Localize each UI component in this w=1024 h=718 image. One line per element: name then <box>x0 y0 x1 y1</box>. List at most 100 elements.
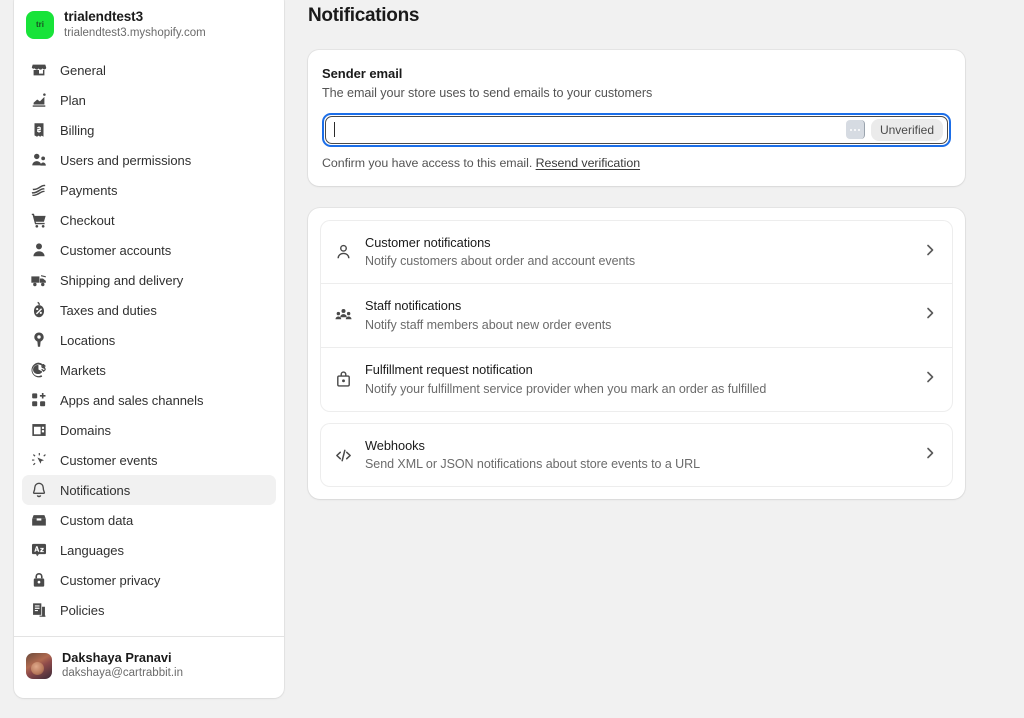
sidebar-item-checkout[interactable]: Checkout <box>22 205 276 235</box>
list-item-title: Fulfillment request notification <box>365 361 910 380</box>
chart-bar-icon <box>30 91 48 109</box>
sidebar-item-label: Taxes and duties <box>60 303 157 318</box>
chevron-right-icon[interactable] <box>922 305 938 326</box>
sidebar-item-label: Payments <box>60 183 117 198</box>
sender-email-card: Sender email The email your store uses t… <box>308 50 965 186</box>
lock-icon <box>30 571 48 589</box>
globe-markets-icon <box>30 361 48 379</box>
user-email: dakshaya@cartrabbit.in <box>62 666 183 682</box>
store-name: trialendtest3 <box>64 8 206 26</box>
sidebar-item-notifications[interactable]: Notifications <box>22 475 276 505</box>
sidebar-item-label: Checkout <box>60 213 115 228</box>
sidebar-item-label: Customer accounts <box>60 243 171 258</box>
sidebar-item-billing[interactable]: Billing <box>22 115 276 145</box>
settings-sidebar: tri trialendtest3 trialendtest3.myshopif… <box>14 0 284 698</box>
store-header[interactable]: tri trialendtest3 trialendtest3.myshopif… <box>14 0 284 53</box>
receipt-dollar-icon <box>30 121 48 139</box>
avatar <box>26 653 52 679</box>
settings-nav: General Plan Billing Users and permissions P… <box>14 53 284 634</box>
notification-settings-card: Customer notificationsNotify customers a… <box>321 221 952 411</box>
store-avatar: tri <box>26 11 54 39</box>
translate-icon <box>30 541 48 559</box>
chevron-right-icon[interactable] <box>922 242 938 263</box>
sender-email-focus-ring: Unverified <box>322 113 951 147</box>
app-root: tri trialendtest3 trialendtest3.myshopif… <box>0 0 1024 718</box>
user-name: Dakshaya Pranavi <box>62 650 183 667</box>
users-icon <box>30 151 48 169</box>
database-icon <box>30 511 48 529</box>
sidebar-item-locations[interactable]: Locations <box>22 325 276 355</box>
sender-email-title: Sender email <box>322 66 951 81</box>
list-item[interactable]: Staff notificationsNotify staff members … <box>321 283 952 347</box>
sidebar-item-apps-and-sales-channels[interactable]: Apps and sales channels <box>22 385 276 415</box>
sidebar-item-label: Shipping and delivery <box>60 273 183 288</box>
store-icon <box>30 61 48 79</box>
person-outline-icon <box>333 242 353 262</box>
policies-icon <box>30 601 48 619</box>
list-item[interactable]: Customer notificationsNotify customers a… <box>321 221 952 284</box>
delivery-truck-icon <box>30 271 48 289</box>
list-item-title: Customer notifications <box>365 234 910 253</box>
list-item-description: Notify your fulfillment service provider… <box>365 380 910 398</box>
sidebar-item-markets[interactable]: Markets <box>22 355 276 385</box>
sidebar-item-custom-data[interactable]: Custom data <box>22 505 276 535</box>
sidebar-item-customer-privacy[interactable]: Customer privacy <box>22 565 276 595</box>
location-pin-icon <box>30 331 48 349</box>
chevron-right-icon[interactable] <box>922 445 938 466</box>
sidebar-item-payments[interactable]: Payments <box>22 175 276 205</box>
ellipsis-icon[interactable] <box>846 120 865 139</box>
list-item-title: Staff notifications <box>365 297 910 316</box>
cursor-click-icon <box>30 451 48 469</box>
main-content: Notifications Sender email The email you… <box>284 0 1024 718</box>
list-item[interactable]: WebhooksSend XML or JSON notifications a… <box>321 424 952 487</box>
sidebar-item-label: Customer privacy <box>60 573 160 588</box>
list-item-description: Notify staff members about new order eve… <box>365 316 910 334</box>
people-group-icon <box>333 306 353 326</box>
sidebar-item-label: Locations <box>60 333 115 348</box>
sidebar-item-label: Policies <box>60 603 104 618</box>
sidebar-item-customer-accounts[interactable]: Customer accounts <box>22 235 276 265</box>
domains-icon <box>30 421 48 439</box>
webhooks-card: WebhooksSend XML or JSON notifications a… <box>321 424 952 487</box>
list-item[interactable]: Fulfillment request notificationNotify y… <box>321 347 952 411</box>
sidebar-item-label: Plan <box>60 93 86 108</box>
sidebar-item-label: Languages <box>60 543 124 558</box>
page-title: Notifications <box>308 5 1024 28</box>
sidebar-item-label: Customer events <box>60 453 158 468</box>
sidebar-item-label: Users and permissions <box>60 153 191 168</box>
sidebar-item-customer-events[interactable]: Customer events <box>22 445 276 475</box>
sidebar-item-label: Billing <box>60 123 94 138</box>
resend-verification-link[interactable]: Resend verification <box>536 156 640 170</box>
sender-email-subtitle: The email your store uses to send emails… <box>322 86 951 100</box>
store-domain: trialendtest3.myshopify.com <box>64 26 206 42</box>
sidebar-item-plan[interactable]: Plan <box>22 85 276 115</box>
sidebar-item-label: Notifications <box>60 483 130 498</box>
sidebar-item-languages[interactable]: Languages <box>22 535 276 565</box>
sidebar-item-general[interactable]: General <box>22 55 276 85</box>
sidebar-item-taxes-and-duties[interactable]: Taxes and duties <box>22 295 276 325</box>
sidebar-item-label: Apps and sales channels <box>60 393 203 408</box>
text-caret <box>334 122 335 137</box>
apps-grid-icon <box>30 391 48 409</box>
list-item-description: Send XML or JSON notifications about sto… <box>365 455 910 473</box>
notifications-list-container: Customer notificationsNotify customers a… <box>308 208 965 500</box>
status-badge: Unverified <box>871 119 943 141</box>
list-item-description: Notify customers about order and account… <box>365 252 910 270</box>
taxes-icon <box>30 301 48 319</box>
sidebar-item-label: Custom data <box>60 513 133 528</box>
person-icon <box>30 241 48 259</box>
sidebar-item-policies[interactable]: Policies <box>22 595 276 625</box>
sender-email-input[interactable]: Unverified <box>325 116 948 144</box>
code-brackets-icon <box>333 445 353 465</box>
sidebar-item-shipping-and-delivery[interactable]: Shipping and delivery <box>22 265 276 295</box>
sidebar-item-label: Markets <box>60 363 106 378</box>
chevron-right-icon[interactable] <box>922 369 938 390</box>
shopping-cart-icon <box>30 211 48 229</box>
payment-card-icon <box>30 181 48 199</box>
user-account-footer[interactable]: Dakshaya Pranavi dakshaya@cartrabbit.in <box>14 637 284 698</box>
list-item-title: Webhooks <box>365 437 910 456</box>
helper-text: Confirm you have access to this email. <box>322 156 532 170</box>
sidebar-item-users-and-permissions[interactable]: Users and permissions <box>22 145 276 175</box>
sidebar-item-domains[interactable]: Domains <box>22 415 276 445</box>
package-box-icon <box>333 369 353 389</box>
